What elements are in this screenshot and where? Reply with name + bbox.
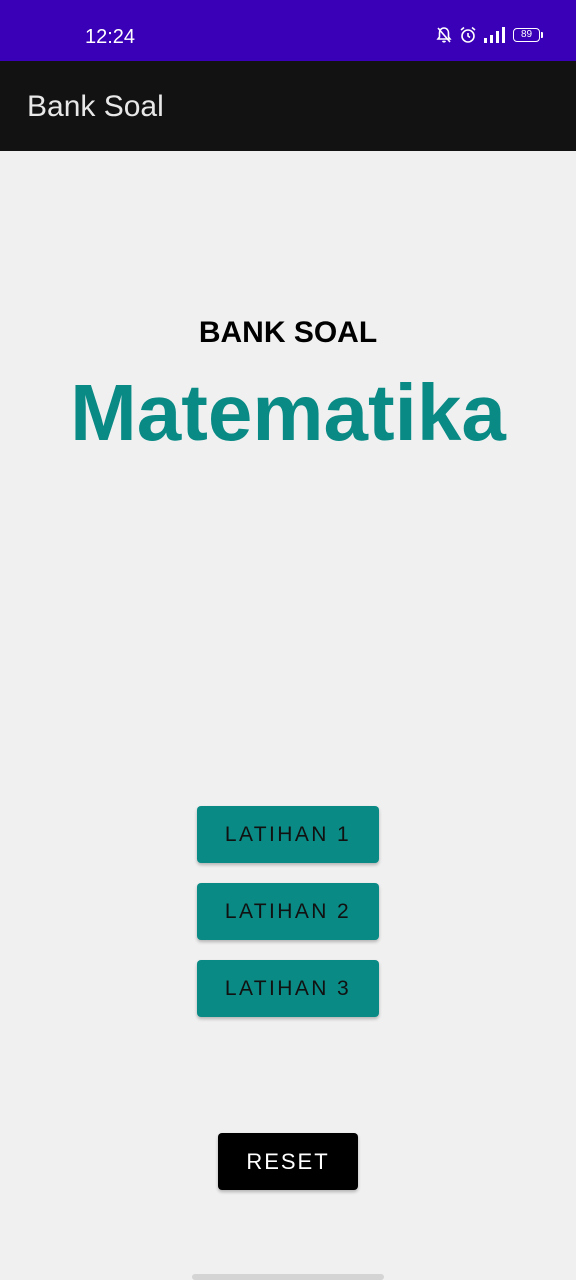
- bell-off-icon: [436, 26, 452, 44]
- signal-icon: [484, 27, 506, 43]
- alarm-icon: [459, 26, 477, 44]
- status-time: 12:24: [85, 26, 136, 48]
- battery-icon: 89: [513, 28, 543, 42]
- latihan-1-button[interactable]: LATIHAN 1: [197, 806, 379, 863]
- status-bar: 12:24 89: [0, 0, 576, 61]
- latihan-2-button[interactable]: LATIHAN 2: [197, 883, 379, 940]
- home-indicator[interactable]: [192, 1274, 384, 1280]
- main-title: Matematika: [70, 368, 506, 457]
- app-title: Bank Soal: [27, 90, 164, 123]
- app-bar: Bank Soal: [0, 61, 576, 151]
- latihan-3-button[interactable]: LATIHAN 3: [197, 960, 379, 1017]
- subtitle-heading: BANK SOAL: [198, 316, 378, 349]
- status-icons: 89: [436, 26, 543, 44]
- reset-button[interactable]: RESET: [218, 1133, 358, 1190]
